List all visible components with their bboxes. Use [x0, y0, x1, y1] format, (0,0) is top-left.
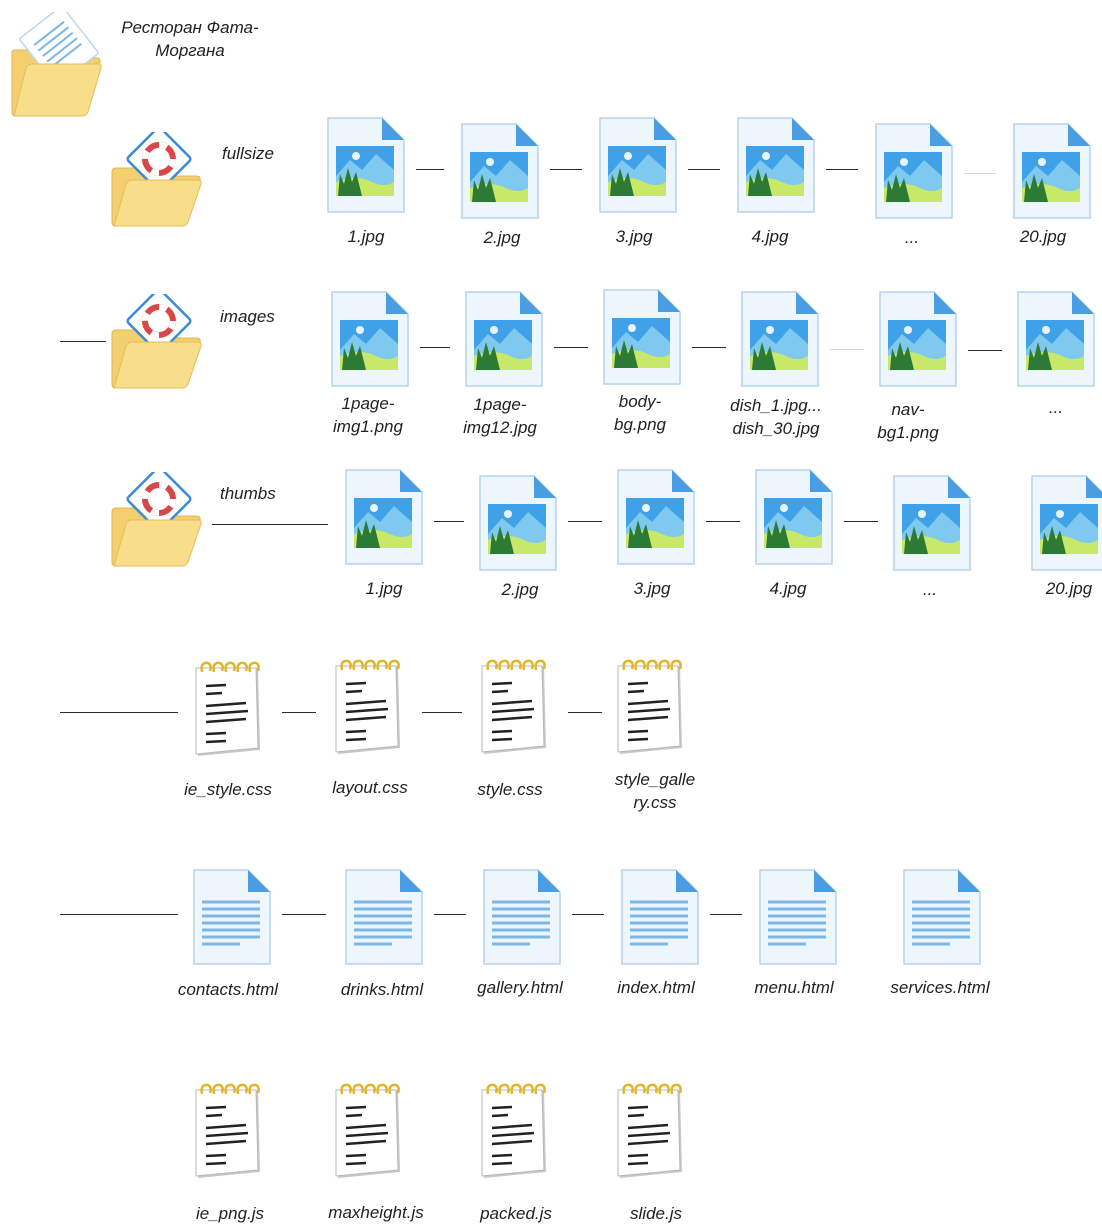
file-label: 1.jpg [365, 579, 403, 598]
file-label: gallery.html [477, 978, 563, 997]
notepad-file-icon [192, 658, 264, 758]
thumbs-folder-icon [110, 472, 202, 568]
image-file-icon [460, 122, 540, 220]
file-label: style.css [477, 780, 543, 799]
notepad-file-icon [614, 656, 686, 756]
document-file-icon [902, 868, 982, 966]
images-folder-icon [110, 294, 202, 390]
images-folder-label: images [220, 307, 275, 326]
notepad-file-icon [478, 1080, 550, 1180]
notepad-file-icon [192, 1080, 264, 1180]
file-label: ... [922, 580, 938, 599]
notepad-file-icon [332, 656, 404, 756]
image-file-icon [478, 474, 558, 572]
file-label: drinks.html [340, 980, 424, 999]
image-file-icon [464, 290, 544, 388]
connector-line [422, 712, 462, 713]
file-label: 4.jpg [751, 227, 789, 246]
document-file-icon [192, 868, 272, 966]
image-file-icon [598, 116, 678, 214]
connector-line [692, 347, 726, 348]
connector-line [572, 914, 604, 915]
notepad-file-icon [332, 1080, 404, 1180]
connector-line [416, 169, 444, 170]
connector-line [688, 169, 720, 170]
file-label: dish_1.jpg... dish_30.jpg [730, 396, 822, 438]
root-folder-label: Ресторан Фата-Моргана [121, 18, 259, 60]
file-label: 1page-img12.jpg [463, 395, 537, 437]
file-label: 2.jpg [501, 580, 539, 599]
image-file-icon [736, 116, 816, 214]
file-label: index.html [617, 978, 695, 997]
connector-line [964, 173, 996, 174]
file-label: body-bg.png [614, 392, 666, 434]
image-file-icon [740, 290, 820, 388]
fullsize-folder-label: fullsize [222, 144, 274, 163]
connector-line [60, 712, 178, 713]
file-label: packed.js [480, 1204, 552, 1223]
connector-line [212, 524, 328, 525]
image-file-icon [326, 116, 406, 214]
file-label: 4.jpg [769, 579, 807, 598]
connector-line [830, 349, 864, 350]
connector-line [568, 521, 602, 522]
file-label: 20.jpg [1045, 579, 1093, 598]
file-label: contacts.html [177, 980, 279, 999]
connector-line [554, 347, 588, 348]
thumbs-folder-label: thumbs [220, 484, 276, 503]
connector-line [60, 914, 178, 915]
image-file-icon [1012, 122, 1092, 220]
notepad-file-icon [478, 656, 550, 756]
image-file-icon [1016, 290, 1096, 388]
notepad-file-icon [614, 1080, 686, 1180]
file-structure-diagram: Ресторан Фата-Моргана fullsize images th… [0, 0, 1102, 1225]
file-label: ie_png.js [195, 1204, 265, 1223]
image-file-icon [330, 290, 410, 388]
connector-line [826, 169, 858, 170]
document-file-icon [758, 868, 838, 966]
file-label: 1.jpg [347, 227, 385, 246]
file-label: 1page-img1.png [333, 394, 403, 436]
file-label: ... [904, 228, 920, 247]
connector-line [968, 350, 1002, 351]
file-label: nav-bg1.png [877, 400, 939, 442]
image-file-icon [878, 290, 958, 388]
root-folder-icon [10, 12, 102, 118]
connector-line [420, 347, 450, 348]
fullsize-folder-icon [110, 132, 202, 228]
connector-line [282, 914, 326, 915]
connector-line [60, 341, 106, 342]
image-file-icon [616, 468, 696, 566]
file-label: slide.js [630, 1204, 682, 1223]
connector-line [282, 712, 316, 713]
file-label: 3.jpg [615, 227, 653, 246]
file-label: 3.jpg [633, 579, 671, 598]
image-file-icon [1030, 474, 1102, 572]
document-file-icon [482, 868, 562, 966]
document-file-icon [620, 868, 700, 966]
file-label: services.html [890, 978, 990, 997]
file-label: 2.jpg [483, 228, 521, 247]
file-label: ie_style.css [184, 780, 272, 799]
file-label: style_gallery.css [614, 770, 696, 812]
image-file-icon [602, 288, 682, 386]
image-file-icon [754, 468, 834, 566]
file-label: 20.jpg [1019, 227, 1067, 246]
image-file-icon [344, 468, 424, 566]
connector-line [844, 521, 878, 522]
file-label: menu.html [754, 978, 834, 997]
connector-line [710, 914, 742, 915]
connector-line [550, 169, 582, 170]
file-label: maxheight.js [328, 1203, 424, 1222]
connector-line [434, 521, 464, 522]
image-file-icon [874, 122, 954, 220]
connector-line [434, 914, 466, 915]
file-label: ... [1048, 398, 1064, 417]
image-file-icon [892, 474, 972, 572]
connector-line [568, 712, 602, 713]
connector-line [706, 521, 740, 522]
document-file-icon [344, 868, 424, 966]
file-label: layout.css [332, 778, 408, 797]
